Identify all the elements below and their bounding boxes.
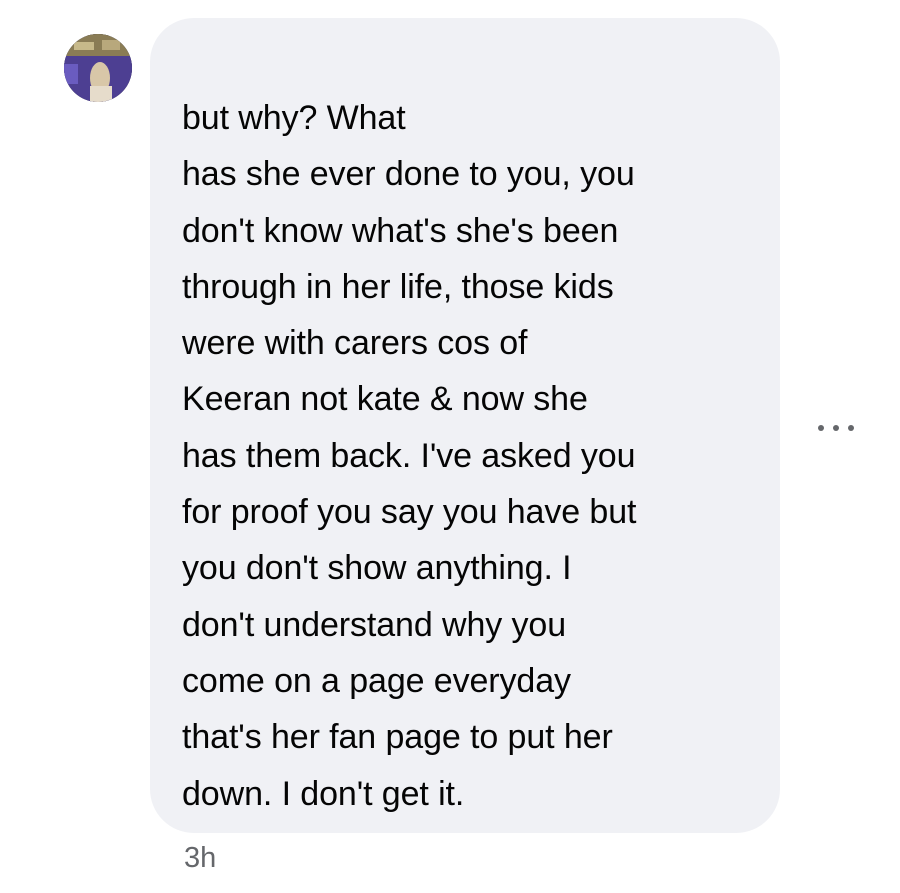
comment-bubble: but why? What has she ever done to you, …	[150, 18, 780, 833]
more-dot-icon	[848, 425, 854, 431]
avatar-image	[64, 34, 132, 102]
more-dot-icon	[833, 425, 839, 431]
avatar[interactable]	[64, 34, 132, 102]
comment-text: but why? What has she ever done to you, …	[182, 99, 637, 813]
more-dot-icon	[818, 425, 824, 431]
more-options-button[interactable]	[818, 418, 854, 438]
comment-timestamp[interactable]: 3h	[184, 840, 216, 876]
